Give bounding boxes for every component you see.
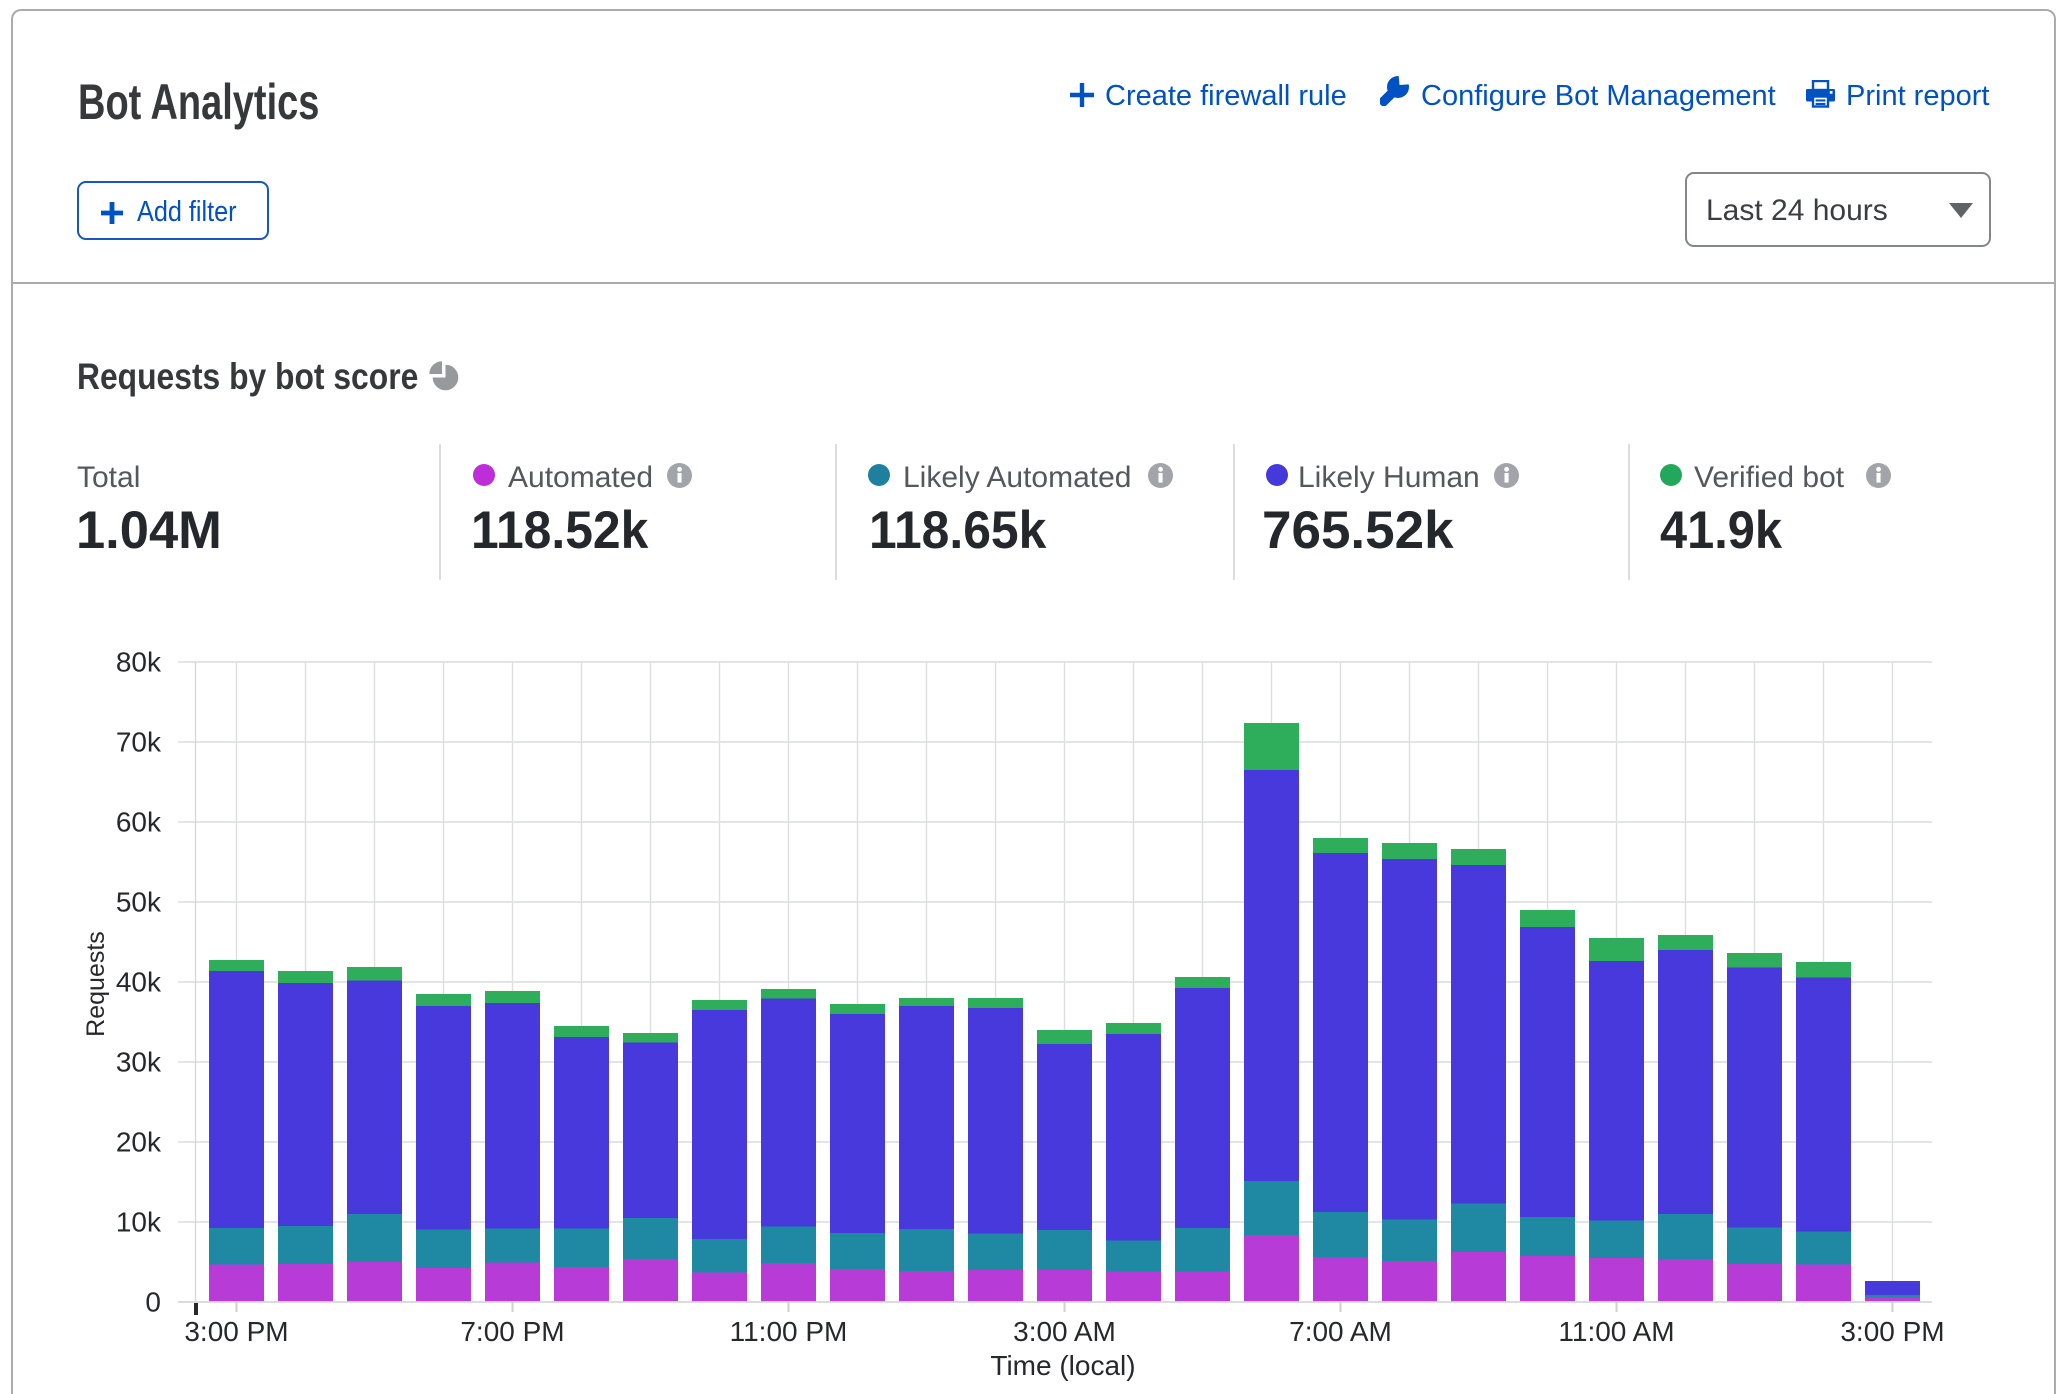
svg-text:80k: 80k [116,647,162,678]
svg-text:7:00 AM: 7:00 AM [1289,1316,1392,1347]
svg-text:3:00 AM: 3:00 AM [1013,1316,1116,1347]
svg-text:Time (local): Time (local) [990,1350,1135,1381]
svg-text:Requests: Requests [82,931,110,1037]
svg-text:60k: 60k [116,807,162,838]
svg-text:3:00 PM: 3:00 PM [1840,1316,1944,1347]
svg-text:20k: 20k [116,1127,162,1158]
svg-text:11:00 PM: 11:00 PM [730,1316,848,1347]
svg-text:10k: 10k [116,1207,162,1238]
svg-text:70k: 70k [116,727,162,758]
svg-text:50k: 50k [116,887,162,918]
svg-text:3:00 PM: 3:00 PM [184,1316,288,1347]
svg-text:0: 0 [145,1287,161,1318]
svg-text:11:00 AM: 11:00 AM [1558,1316,1674,1347]
svg-text:40k: 40k [116,967,162,998]
svg-text:7:00 PM: 7:00 PM [460,1316,564,1347]
svg-text:30k: 30k [116,1047,162,1078]
